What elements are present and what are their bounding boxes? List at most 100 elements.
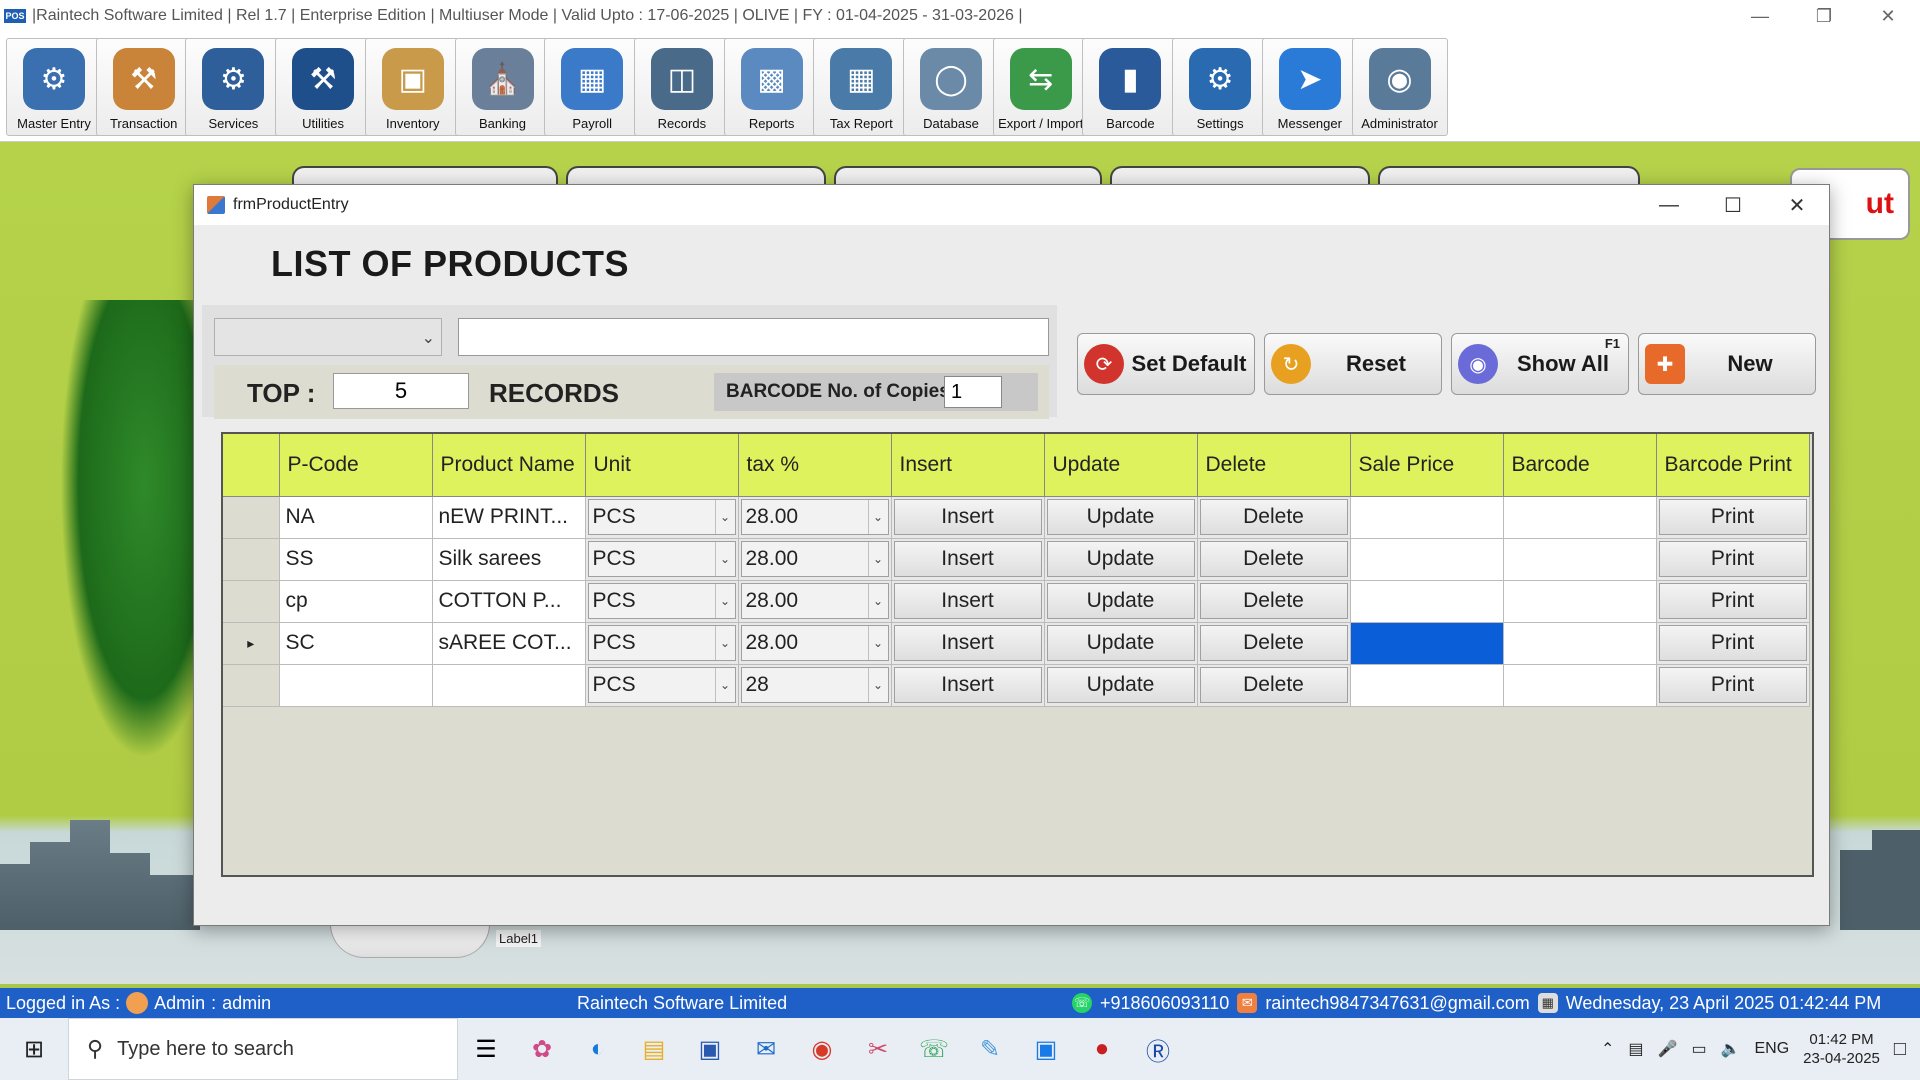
table-row[interactable]: NA nEW PRINT... PCS ⌄ 28.00 ⌄ Insert Update Dele… (223, 496, 1810, 539)
product-name-cell[interactable]: Silk sarees (432, 538, 586, 581)
toolbar-reports-button[interactable]: ▩ Reports (723, 38, 820, 136)
unit-cell[interactable]: PCS ⌄ (585, 496, 739, 539)
tax-dropdown[interactable]: 28.00 ⌄ (740, 499, 889, 535)
table-row[interactable]: cp COTTON P... PCS ⌄ 28.00 ⌄ Insert Update Delet… (223, 580, 1810, 623)
top-records-input[interactable] (333, 373, 469, 409)
tax-cell[interactable]: 28.00 ⌄ (738, 496, 892, 539)
copilot-icon[interactable]: ✿ (514, 1018, 570, 1080)
unit-cell[interactable]: PCS ⌄ (585, 622, 739, 665)
barcode-cell[interactable] (1503, 496, 1657, 539)
maximize-icon[interactable]: ☐ (1701, 185, 1765, 225)
column-header-update[interactable]: Update (1044, 434, 1198, 497)
barcode-cell[interactable] (1503, 664, 1657, 707)
barcode-copies-input[interactable] (944, 376, 1002, 408)
recorder-icon[interactable]: ● (1074, 1018, 1130, 1080)
file-explorer-icon[interactable]: ▤ (626, 1018, 682, 1080)
new-button[interactable]: ✚ New (1638, 333, 1816, 395)
print-button[interactable]: Print (1658, 667, 1807, 703)
sale-price-cell[interactable] (1350, 496, 1504, 539)
update-button[interactable]: Update (1046, 541, 1195, 577)
delete-button[interactable]: Delete (1199, 583, 1348, 619)
raintech-app-icon[interactable]: Ⓡ (1130, 1018, 1186, 1080)
update-button[interactable]: Update (1046, 583, 1195, 619)
tax-dropdown[interactable]: 28.00 ⌄ (740, 583, 889, 619)
tax-dropdown[interactable]: 28 ⌄ (740, 667, 889, 703)
taskbar-clock[interactable]: 01:42 PM 23-04-2025 (1803, 1030, 1880, 1069)
toolbar-settings-button[interactable]: ⚙ Settings (1172, 38, 1269, 136)
insert-button[interactable]: Insert (893, 583, 1042, 619)
pcode-cell[interactable]: SS (279, 538, 433, 581)
toolbar-tax-report-button[interactable]: ▦ Tax Report (813, 38, 910, 136)
tax-cell[interactable]: 28 ⌄ (738, 664, 892, 707)
insert-button[interactable]: Insert (893, 625, 1042, 661)
update-button[interactable]: Update (1046, 667, 1195, 703)
column-header-sale-price[interactable]: Sale Price (1350, 434, 1504, 497)
show-all-button[interactable]: ◉ Show All F1 (1451, 333, 1629, 395)
minimize-icon[interactable]: — (1728, 0, 1792, 32)
unit-cell[interactable]: PCS ⌄ (585, 664, 739, 707)
update-button[interactable]: Update (1046, 499, 1195, 535)
app-icon[interactable]: ▣ (1018, 1018, 1074, 1080)
microphone-icon[interactable]: 🎤 (1658, 1039, 1678, 1059)
delete-button[interactable]: Delete (1199, 541, 1348, 577)
toolbar-banking-button[interactable]: ⛪ Banking (454, 38, 551, 136)
column-header-barcode-print[interactable]: Barcode Print (1656, 434, 1810, 497)
chevron-up-icon[interactable]: ⌃ (1601, 1039, 1614, 1059)
toolbar-messenger-button[interactable]: ➤ Messenger (1261, 38, 1358, 136)
tax-cell[interactable]: 28.00 ⌄ (738, 580, 892, 623)
search-field-dropdown[interactable]: ⌄ (214, 318, 442, 356)
whatsapp-icon[interactable]: ☏ (906, 1018, 962, 1080)
close-icon[interactable]: ✕ (1856, 0, 1920, 32)
pcode-cell[interactable]: cp (279, 580, 433, 623)
toolbar-services-button[interactable]: ⚙ Services (185, 38, 282, 136)
tax-cell[interactable]: 28.00 ⌄ (738, 538, 892, 581)
toolbar-transaction-button[interactable]: ⚒ Transaction (95, 38, 192, 136)
product-name-cell[interactable] (432, 664, 586, 707)
unit-dropdown[interactable]: PCS ⌄ (587, 667, 736, 703)
column-header-tax[interactable]: tax % (738, 434, 892, 497)
insert-button[interactable]: Insert (893, 667, 1042, 703)
product-name-cell[interactable]: sAREE COT... (432, 622, 586, 665)
snipping-tool-icon[interactable]: ✂ (850, 1018, 906, 1080)
barcode-cell[interactable] (1503, 580, 1657, 623)
language-indicator[interactable]: ENG (1755, 1040, 1790, 1058)
table-row[interactable]: PCS ⌄ 28 ⌄ Insert Update Delete Print (223, 664, 1810, 707)
unit-cell[interactable]: PCS ⌄ (585, 538, 739, 581)
notes-icon[interactable]: ✎ (962, 1018, 1018, 1080)
toolbar-administrator-button[interactable]: ◉ Administrator (1351, 38, 1448, 136)
reset-button[interactable]: ↻ Reset (1264, 333, 1442, 395)
unit-dropdown[interactable]: PCS ⌄ (587, 499, 736, 535)
task-view-icon[interactable]: ☰ (458, 1018, 514, 1080)
unit-dropdown[interactable]: PCS ⌄ (587, 583, 736, 619)
unit-dropdown[interactable]: PCS ⌄ (587, 625, 736, 661)
network-icon[interactable]: ▤ (1628, 1039, 1643, 1059)
table-row[interactable]: ▸ SC sAREE COT... PCS ⌄ 28.00 ⌄ Insert Update Del… (223, 622, 1810, 665)
restore-icon[interactable]: ❐ (1792, 0, 1856, 32)
store-icon[interactable]: ▣ (682, 1018, 738, 1080)
print-button[interactable]: Print (1658, 625, 1807, 661)
sale-price-cell[interactable] (1350, 622, 1504, 665)
windows-start-icon[interactable]: ⊞ (0, 1018, 68, 1080)
row-header[interactable] (223, 580, 280, 623)
toolbar-payroll-button[interactable]: ▦ Payroll (544, 38, 641, 136)
sale-price-cell[interactable] (1350, 664, 1504, 707)
toolbar-export-import-button[interactable]: ⇆ Export / Import (992, 38, 1089, 136)
pcode-cell[interactable]: NA (279, 496, 433, 539)
column-header-p-code[interactable]: P-Code (279, 434, 433, 497)
toolbar-records-button[interactable]: ◫ Records (633, 38, 730, 136)
insert-button[interactable]: Insert (893, 541, 1042, 577)
barcode-cell[interactable] (1503, 538, 1657, 581)
column-header-delete[interactable]: Delete (1197, 434, 1351, 497)
row-header[interactable]: ▸ (223, 622, 280, 665)
column-header-barcode[interactable]: Barcode (1503, 434, 1657, 497)
taskbar-search[interactable]: ⚲ Type here to search (68, 1018, 458, 1080)
row-header[interactable] (223, 664, 280, 707)
tax-dropdown[interactable]: 28.00 ⌄ (740, 541, 889, 577)
edge-icon[interactable]: ◐ (570, 1018, 626, 1080)
minimize-icon[interactable]: — (1637, 185, 1701, 225)
unit-cell[interactable]: PCS ⌄ (585, 580, 739, 623)
outlook-icon[interactable]: ✉ (738, 1018, 794, 1080)
pcode-cell[interactable] (279, 664, 433, 707)
set-default-button[interactable]: ⟳ Set Default (1077, 333, 1255, 395)
unit-dropdown[interactable]: PCS ⌄ (587, 541, 736, 577)
